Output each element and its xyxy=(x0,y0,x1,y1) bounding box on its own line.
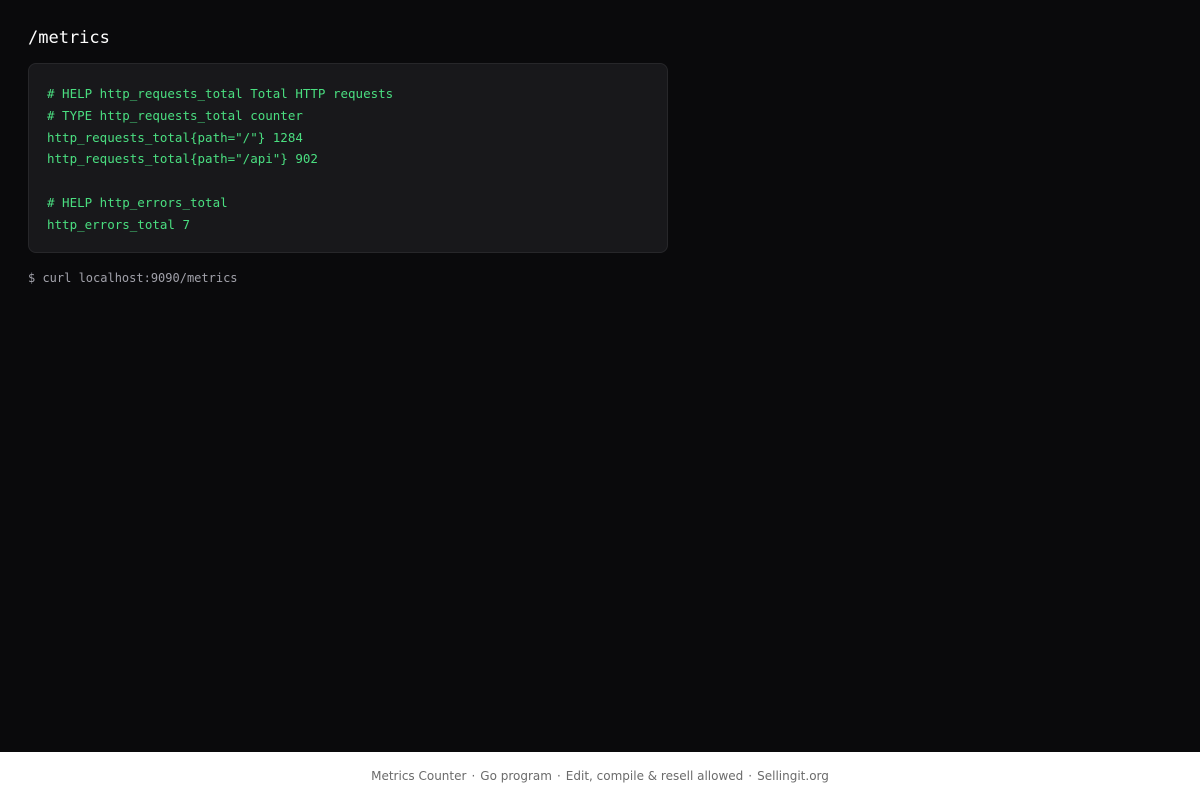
metric-line: http_errors_total 7 xyxy=(47,216,190,232)
footer-separator: · xyxy=(556,769,561,783)
footer-license: Edit, compile & resell allowed xyxy=(565,769,744,783)
footer-separator: · xyxy=(471,769,476,783)
footer-language: Go program xyxy=(480,769,552,783)
page-title: /metrics xyxy=(28,28,110,48)
metric-line: http_requests_total{path="/api"} 902 xyxy=(47,151,318,167)
terminal-command: $ curl localhost:9090/metrics xyxy=(28,271,238,285)
metric-line: http_requests_total{path="/"} 1284 xyxy=(47,129,303,145)
metrics-output-panel: # HELP http_requests_total Total HTTP re… xyxy=(28,63,668,253)
footer-separator: · xyxy=(748,769,753,783)
metric-line: # HELP http_errors_total xyxy=(47,194,228,210)
footer-site-link[interactable]: Sellingit.org xyxy=(757,769,829,783)
metric-line: # HELP http_requests_total Total HTTP re… xyxy=(47,86,394,101)
footer-bar: Metrics Counter · Go program · Edit, com… xyxy=(0,752,1200,800)
footer-app-name: Metrics Counter xyxy=(371,769,467,783)
metric-line xyxy=(47,170,649,192)
metric-line: # TYPE http_requests_total counter xyxy=(47,107,303,123)
